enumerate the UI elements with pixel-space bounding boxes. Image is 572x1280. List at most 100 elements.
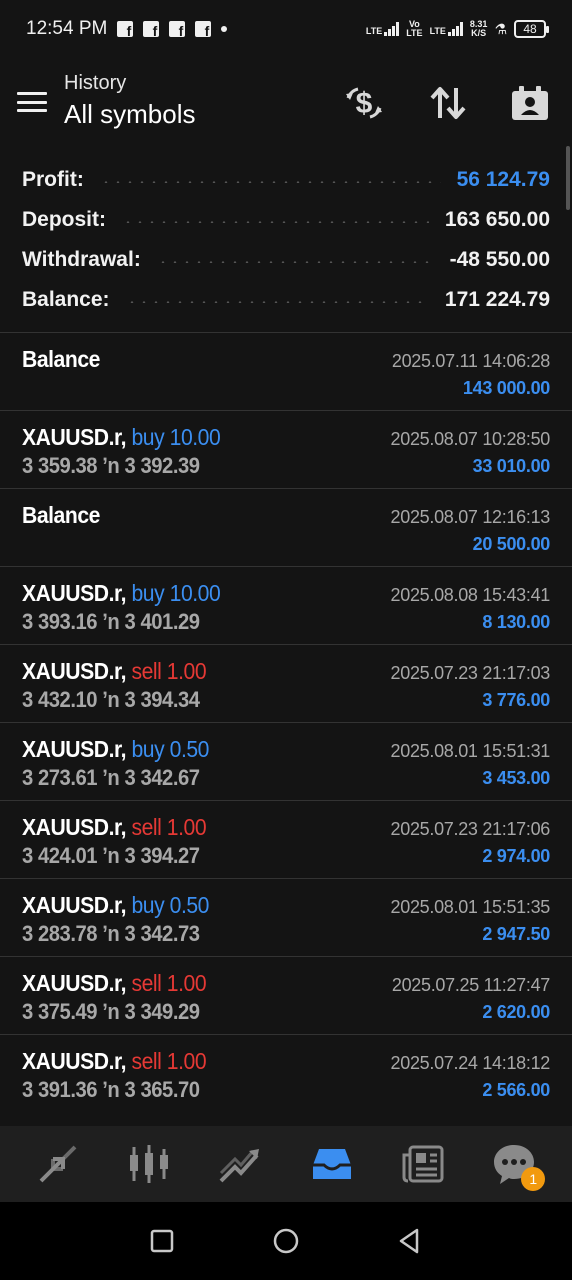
deal-prices: 3 273.61 ʼn 3 342.67	[22, 765, 200, 790]
trade-icon[interactable]	[217, 1141, 263, 1187]
deal-title: XAUUSD.r, sell 1.00	[22, 814, 207, 841]
deal-time: 2025.07.11 14:06:28	[391, 351, 550, 371]
dotted-leader	[125, 301, 429, 303]
deal-side: sell 1.00	[131, 814, 207, 840]
news-icon[interactable]	[400, 1141, 446, 1187]
deal-symbol: Balance	[22, 346, 100, 372]
deal-row[interactable]: Balance 2025.07.11 14:06:28 143 000.00	[0, 332, 572, 410]
deal-side: sell 1.00	[131, 970, 207, 996]
deal-row[interactable]: XAUUSD.r, sell 1.00 3 375.49 ʼn 3 349.29…	[0, 956, 572, 1034]
deal-symbol: XAUUSD.r,	[22, 970, 127, 996]
facebook-notification-icon	[143, 21, 160, 39]
facebook-notification-icon	[169, 21, 186, 39]
chart-icon[interactable]	[126, 1141, 172, 1187]
facebook-notification-icon	[195, 21, 212, 39]
currency-exchange-icon[interactable]: $	[344, 84, 384, 122]
deal-row[interactable]: XAUUSD.r, sell 1.00 3 391.36 ʼn 3 365.70…	[0, 1034, 572, 1112]
status-bar: 12:54 PM LTE Vo LTE LTE 8.31 K/S ⚗ 48	[0, 0, 572, 58]
recent-apps-icon[interactable]	[147, 1226, 177, 1256]
deals-list: Balance 2025.07.11 14:06:28 143 000.00 X…	[0, 332, 572, 1112]
deal-prices: 3 359.38 ʼn 3 392.39	[22, 453, 200, 478]
deal-time: 2025.08.08 15:43:41	[390, 585, 551, 605]
battery-icon: 48	[514, 20, 549, 38]
deal-symbol: Balance	[22, 502, 100, 528]
deal-side: buy 10.00	[131, 424, 221, 450]
deposit-label: Deposit:	[22, 208, 106, 231]
lab-flask-icon: ⚗	[494, 20, 507, 37]
deal-amount: 8 130.00	[482, 612, 550, 632]
deal-time: 2025.07.23 21:17:06	[390, 819, 551, 839]
deal-title: XAUUSD.r, sell 1.00	[22, 1048, 207, 1075]
sort-icon[interactable]	[428, 84, 468, 122]
deal-prices: 3 432.10 ʼn 3 394.34	[22, 687, 200, 712]
deal-amount: 143 000.00	[462, 378, 550, 398]
hamburger-menu-icon[interactable]	[17, 92, 47, 112]
dotted-leader	[122, 221, 429, 223]
quotes-icon[interactable]	[35, 1141, 81, 1187]
deal-side: buy 0.50	[131, 892, 209, 918]
deal-time: 2025.07.23 21:17:03	[390, 663, 551, 683]
deal-prices: 3 424.01 ʼn 3 394.27	[22, 843, 200, 868]
back-icon[interactable]	[395, 1226, 425, 1256]
balance-row: Balance: 171 224.79	[0, 280, 572, 320]
history-icon[interactable]	[309, 1141, 355, 1187]
deal-prices: 3 391.36 ʼn 3 365.70	[22, 1077, 200, 1102]
deal-title: XAUUSD.r, buy 10.00	[22, 424, 221, 451]
deal-amount: 3 453.00	[482, 768, 550, 788]
deal-row[interactable]: XAUUSD.r, buy 0.50 3 283.78 ʼn 3 342.73 …	[0, 878, 572, 956]
deal-row[interactable]: XAUUSD.r, buy 10.00 3 393.16 ʼn 3 401.29…	[0, 566, 572, 644]
volte-indicator: Vo LTE	[406, 19, 423, 38]
deal-symbol: XAUUSD.r,	[22, 814, 127, 840]
more-notifications-dot-icon	[221, 26, 228, 32]
deal-title: XAUUSD.r, buy 10.00	[22, 580, 221, 607]
page-title[interactable]: All symbols	[64, 99, 195, 130]
history-summary: Profit: 56 124.79 Deposit: 163 650.00 Wi…	[0, 160, 572, 320]
deal-title: XAUUSD.r, sell 1.00	[22, 970, 207, 997]
deal-row[interactable]: XAUUSD.r, buy 10.00 3 359.38 ʼn 3 392.39…	[0, 410, 572, 488]
balance-value: 171 224.79	[444, 288, 550, 311]
deal-amount: 2 566.00	[482, 1080, 550, 1100]
deal-symbol: XAUUSD.r,	[22, 580, 127, 606]
deal-title: Balance	[22, 346, 100, 373]
deal-symbol: XAUUSD.r,	[22, 424, 127, 450]
deal-time: 2025.08.07 12:16:13	[390, 507, 551, 527]
deal-prices: 3 283.78 ʼn 3 342.73	[22, 921, 200, 946]
bottom-navigation: 1	[0, 1126, 572, 1202]
deal-time: 2025.07.25 11:27:47	[391, 975, 550, 995]
deal-prices: 3 375.49 ʼn 3 349.29	[22, 999, 200, 1024]
deal-row[interactable]: XAUUSD.r, sell 1.00 3 432.10 ʼn 3 394.34…	[0, 644, 572, 722]
withdrawal-row: Withdrawal: -48 550.00	[0, 240, 572, 280]
app-header: History All symbols $	[0, 58, 572, 150]
deal-amount: 2 947.50	[482, 924, 550, 944]
deal-row[interactable]: XAUUSD.r, sell 1.00 3 424.01 ʼn 3 394.27…	[0, 800, 572, 878]
home-icon[interactable]	[271, 1226, 301, 1256]
deal-row[interactable]: XAUUSD.r, buy 0.50 3 273.61 ʼn 3 342.67 …	[0, 722, 572, 800]
deal-prices: 3 393.16 ʼn 3 401.29	[22, 609, 200, 634]
deposit-value: 163 650.00	[444, 208, 550, 231]
deal-side: buy 0.50	[131, 736, 209, 762]
deal-symbol: XAUUSD.r,	[22, 736, 127, 762]
deal-time: 2025.08.07 10:28:50	[390, 429, 551, 449]
profit-label: Profit:	[22, 168, 84, 191]
deal-amount: 2 974.00	[482, 846, 550, 866]
deal-time: 2025.08.01 15:51:35	[390, 897, 551, 917]
deal-amount: 2 620.00	[482, 1002, 550, 1022]
deal-amount: 3 776.00	[482, 690, 550, 710]
deal-symbol: XAUUSD.r,	[22, 1048, 127, 1074]
svg-text:$: $	[356, 87, 373, 120]
deposit-row: Deposit: 163 650.00	[0, 200, 572, 240]
deal-time: 2025.07.24 14:18:12	[390, 1053, 551, 1073]
signal-lte-2: LTE	[430, 22, 463, 36]
facebook-notification-icon	[117, 21, 134, 39]
deal-row[interactable]: Balance 2025.08.07 12:16:13 20 500.00	[0, 488, 572, 566]
balance-label: Balance:	[22, 288, 110, 311]
header-subtitle: History	[64, 72, 127, 94]
withdrawal-label: Withdrawal:	[22, 248, 141, 271]
chat-icon[interactable]: 1	[491, 1141, 546, 1191]
deal-title: Balance	[22, 502, 100, 529]
deal-symbol: XAUUSD.r,	[22, 892, 127, 918]
header-titles: History All symbols	[64, 72, 195, 130]
calendar-account-icon[interactable]	[510, 84, 550, 122]
deal-side: buy 10.00	[131, 580, 221, 606]
profit-value: 56 124.79	[456, 168, 550, 191]
